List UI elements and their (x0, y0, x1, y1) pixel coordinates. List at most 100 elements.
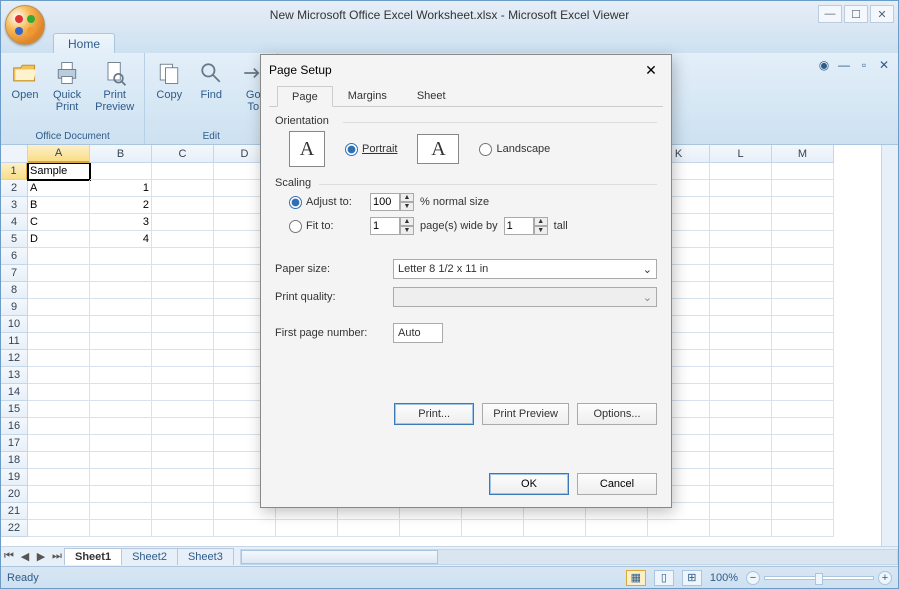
cell[interactable]: 4 (90, 231, 152, 248)
cell[interactable] (772, 231, 834, 248)
cell[interactable] (710, 486, 772, 503)
cell[interactable] (772, 435, 834, 452)
row-header[interactable]: 17 (1, 435, 28, 452)
cell[interactable]: C (28, 214, 90, 231)
cell[interactable] (28, 282, 90, 299)
cell[interactable] (90, 435, 152, 452)
cell[interactable]: 2 (90, 197, 152, 214)
cell[interactable] (772, 367, 834, 384)
cell[interactable] (90, 299, 152, 316)
cell[interactable] (90, 384, 152, 401)
cell[interactable] (28, 265, 90, 282)
cell[interactable] (772, 265, 834, 282)
tab-nav-last[interactable]: ⏭ (49, 549, 65, 565)
adjust-to-radio[interactable]: Adjust to: (289, 196, 364, 209)
cell[interactable]: A (28, 180, 90, 197)
cell[interactable] (152, 503, 214, 520)
dialog-tab-margins[interactable]: Margins (333, 85, 402, 106)
cell[interactable] (772, 469, 834, 486)
row-header[interactable]: 14 (1, 384, 28, 401)
cell[interactable] (90, 418, 152, 435)
tab-nav-next[interactable]: ▶ (33, 549, 49, 565)
cell[interactable] (462, 520, 524, 537)
cell[interactable] (710, 452, 772, 469)
horizontal-scrollbar[interactable] (240, 549, 898, 565)
cell[interactable] (772, 503, 834, 520)
cell[interactable] (152, 299, 214, 316)
cell[interactable] (152, 231, 214, 248)
cell[interactable] (710, 367, 772, 384)
cell[interactable] (152, 520, 214, 537)
column-header[interactable]: A (28, 145, 90, 163)
vertical-scrollbar[interactable] (881, 163, 898, 546)
cell[interactable] (772, 350, 834, 367)
open-button[interactable]: Open (7, 57, 43, 115)
cell[interactable] (90, 282, 152, 299)
row-header[interactable]: 11 (1, 333, 28, 350)
cell[interactable] (710, 180, 772, 197)
row-header[interactable]: 12 (1, 350, 28, 367)
minimize-button[interactable]: — (818, 5, 842, 23)
row-header[interactable]: 9 (1, 299, 28, 316)
cell[interactable] (710, 384, 772, 401)
cell[interactable] (28, 486, 90, 503)
help-button[interactable]: ◉ (816, 57, 832, 73)
cell[interactable] (28, 418, 90, 435)
cell[interactable] (152, 384, 214, 401)
cell[interactable] (648, 520, 710, 537)
cell[interactable] (28, 401, 90, 418)
close-button[interactable]: ✕ (870, 5, 894, 23)
cell[interactable] (90, 265, 152, 282)
cell[interactable] (772, 520, 834, 537)
sheet-tab[interactable]: Sheet2 (121, 548, 178, 565)
cell[interactable] (772, 452, 834, 469)
row-header[interactable]: 22 (1, 520, 28, 537)
cell[interactable] (710, 316, 772, 333)
landscape-radio[interactable]: Landscape (479, 143, 550, 156)
cell[interactable] (772, 401, 834, 418)
cell[interactable] (28, 333, 90, 350)
quick-print-button[interactable]: Quick Print (49, 57, 85, 115)
cell[interactable] (772, 299, 834, 316)
column-header[interactable]: C (152, 145, 214, 163)
cell[interactable] (152, 333, 214, 350)
cell[interactable] (28, 299, 90, 316)
row-header[interactable]: 20 (1, 486, 28, 503)
row-header[interactable]: 19 (1, 469, 28, 486)
cell[interactable]: D (28, 231, 90, 248)
view-page-layout-button[interactable]: ▯ (654, 570, 674, 586)
cell[interactable] (710, 248, 772, 265)
fit-wide-spinner[interactable]: ▲▼ (370, 217, 414, 235)
find-button[interactable]: Find (193, 57, 229, 115)
ribbon-minimize-button[interactable]: — (836, 57, 852, 73)
tab-home[interactable]: Home (53, 33, 115, 53)
sheet-tab[interactable]: Sheet3 (177, 548, 234, 565)
row-header[interactable]: 16 (1, 418, 28, 435)
cell[interactable] (772, 180, 834, 197)
cell[interactable] (152, 265, 214, 282)
cell[interactable] (710, 282, 772, 299)
cell[interactable] (710, 469, 772, 486)
cell[interactable] (772, 248, 834, 265)
view-normal-button[interactable]: ▦ (626, 570, 646, 586)
row-header[interactable]: 5 (1, 231, 28, 248)
zoom-out-button[interactable]: − (746, 571, 760, 585)
cell[interactable] (90, 163, 152, 180)
cell[interactable] (710, 265, 772, 282)
print-button[interactable]: Print... (394, 403, 474, 425)
cell[interactable] (90, 520, 152, 537)
cell[interactable] (710, 197, 772, 214)
cell[interactable] (90, 350, 152, 367)
tab-nav-prev[interactable]: ◀ (17, 549, 33, 565)
cell[interactable] (28, 435, 90, 452)
cell[interactable] (400, 520, 462, 537)
row-header[interactable]: 13 (1, 367, 28, 384)
fit-to-radio[interactable]: Fit to: (289, 220, 364, 233)
cell[interactable] (90, 248, 152, 265)
cell[interactable] (90, 469, 152, 486)
zoom-slider[interactable] (764, 576, 874, 580)
ok-button[interactable]: OK (489, 473, 569, 495)
cell[interactable] (90, 316, 152, 333)
cell[interactable] (772, 163, 834, 180)
cell[interactable] (28, 248, 90, 265)
